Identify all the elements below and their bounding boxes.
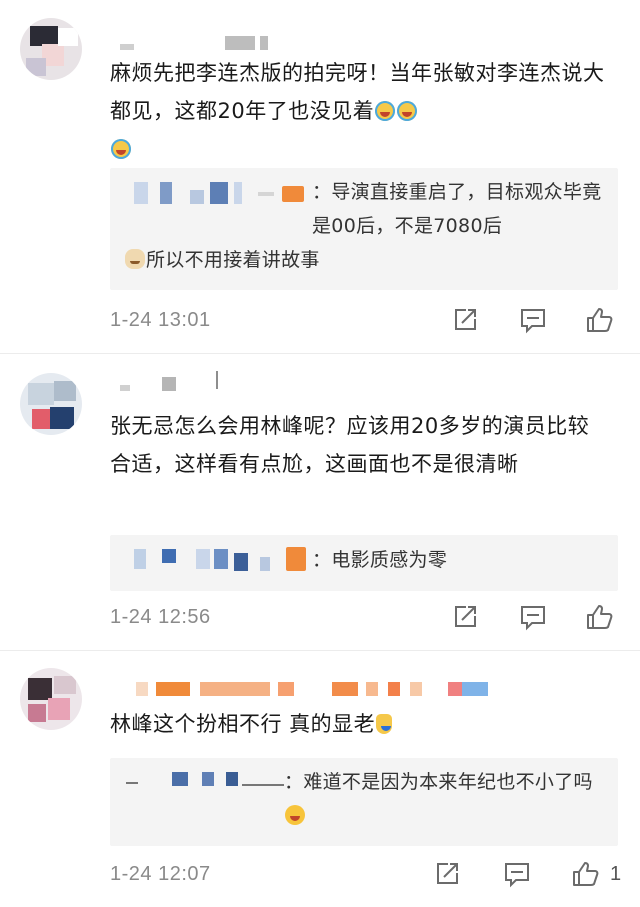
laugh-cry-emoji-icon — [111, 139, 131, 159]
username-blurred[interactable] — [110, 682, 490, 696]
username-blurred[interactable] — [110, 36, 270, 50]
reply-preview[interactable]: ：电影质感为零 — [110, 535, 618, 591]
share-button[interactable] — [432, 859, 462, 889]
avatar[interactable] — [20, 373, 82, 435]
share-button[interactable] — [450, 602, 480, 632]
comment-button[interactable] — [502, 859, 532, 889]
like-button[interactable] — [584, 602, 614, 632]
laugh-cry-emoji-icon — [375, 101, 396, 121]
grin-sweat-emoji-icon — [285, 805, 305, 825]
comment-footer: 1-24 13:01 — [110, 305, 620, 335]
timestamp: 1-24 12:56 — [110, 606, 211, 628]
share-button[interactable] — [450, 305, 480, 335]
timestamp: 1-24 13:01 — [110, 309, 211, 331]
avatar[interactable] — [20, 18, 82, 80]
reply-preview[interactable]: ：难道不是因为本来年纪也不小了吗 — [110, 758, 618, 846]
comment-icon — [521, 606, 545, 631]
comment-footer: 1-24 12:56 — [110, 602, 620, 632]
comment-text: 林峰这个扮相不行 真的显老 — [110, 705, 610, 743]
reply-text-continued: 所以不用接着讲故事 — [124, 243, 604, 277]
like-button[interactable] — [570, 859, 600, 889]
timestamp: 1-24 12:07 — [110, 863, 211, 885]
cat-face-emoji-icon — [125, 249, 145, 269]
divider — [0, 353, 640, 354]
comment-icon — [505, 863, 529, 888]
comment-icon — [521, 309, 545, 334]
thumbs-up-icon — [587, 308, 613, 332]
share-icon — [455, 606, 476, 627]
small-figure-emoji-icon — [376, 714, 393, 734]
comment-button[interactable] — [518, 602, 548, 632]
like-button[interactable] — [584, 305, 614, 335]
avatar[interactable] — [20, 668, 82, 730]
comment-item: 张无忌怎么会用林峰呢？应该用20多岁的演员比较合适，这样看有点尬，这画面也不是很… — [0, 355, 640, 655]
reply-text: ：难道不是因为本来年纪也不小了吗 — [284, 765, 604, 833]
divider — [0, 650, 640, 651]
comment-text: 张无忌怎么会用林峰呢？应该用20多岁的演员比较合适，这样看有点尬，这画面也不是很… — [110, 414, 590, 476]
comment-button[interactable] — [518, 305, 548, 335]
comment-item: 麻烦先把李连杰版的拍完呀！当年张敏对李连杰说大都见，这都20年了也没见着 ：导演… — [0, 0, 640, 355]
comment-footer: 1-24 12:07 1 — [110, 859, 622, 889]
comment-text: 麻烦先把李连杰版的拍完呀！当年张敏对李连杰说大都见，这都20年了也没见着 — [110, 54, 610, 168]
thumbs-up-icon — [573, 862, 599, 886]
username-blurred[interactable] — [110, 371, 250, 391]
comment-item: 林峰这个扮相不行 真的显老 ：难道不是因为本来年纪也不小了吗 1-24 12:0… — [0, 652, 640, 907]
share-icon — [437, 863, 458, 884]
reply-text: ：电影质感为零 — [312, 549, 448, 571]
share-icon — [455, 309, 476, 330]
like-count: 1 — [610, 863, 622, 885]
thumbs-up-icon — [587, 605, 613, 629]
reply-text: ：导演直接重启了，目标观众毕竟是00后，不是7080后 — [312, 181, 602, 237]
laugh-cry-emoji-icon — [397, 101, 418, 121]
reply-preview[interactable]: ：导演直接重启了，目标观众毕竟是00后，不是7080后 所以不用接着讲故事 — [110, 168, 618, 290]
